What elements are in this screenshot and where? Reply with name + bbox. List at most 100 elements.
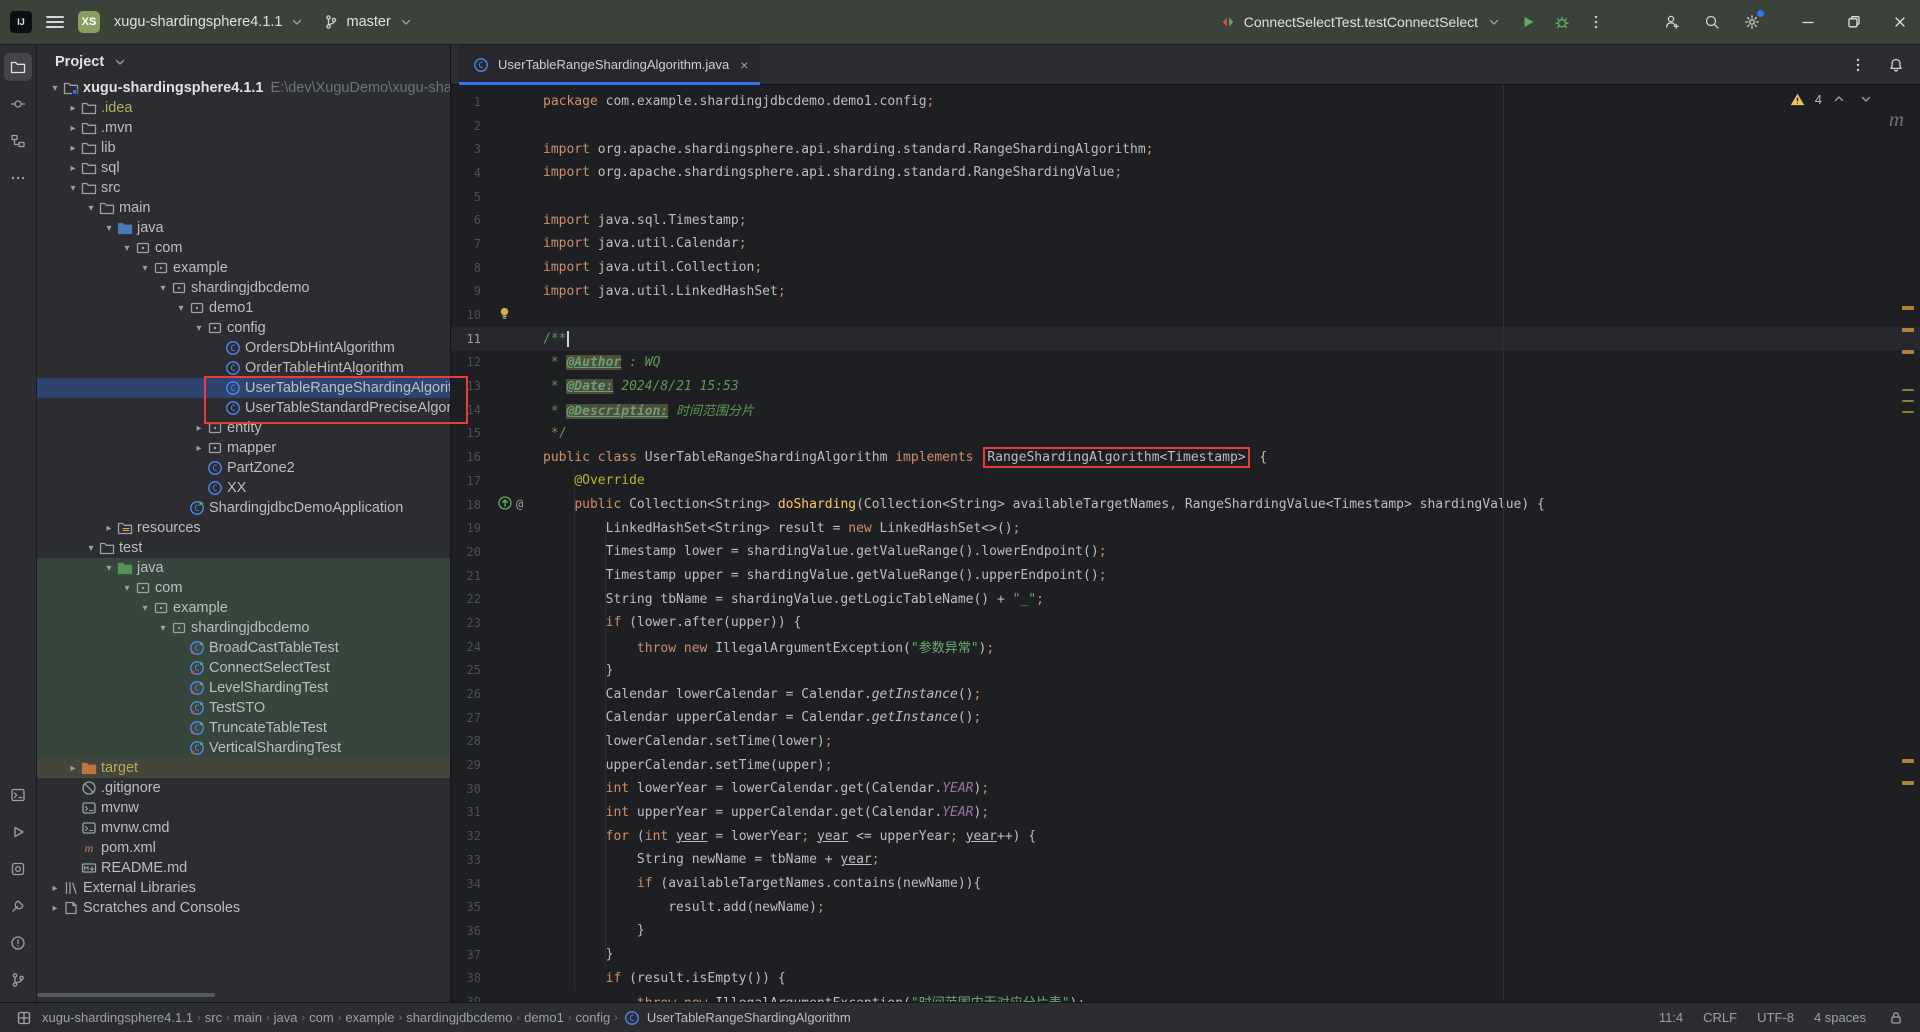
tree-expand-icon[interactable]: ▸ (65, 103, 81, 114)
tree-item--idea[interactable]: ▸.idea (37, 98, 450, 118)
code-line-36[interactable]: 36 } (451, 919, 1920, 943)
code-line-37[interactable]: 37 } (451, 943, 1920, 967)
code-line-11[interactable]: 11/** (451, 327, 1920, 351)
tree-expand-icon[interactable]: ▾ (101, 563, 117, 574)
build-tool-icon[interactable] (4, 892, 32, 920)
tree-expand-icon[interactable]: ▸ (47, 903, 63, 914)
code-line-3[interactable]: 3import org.apache.shardingsphere.api.sh… (451, 137, 1920, 161)
more-actions-icon[interactable] (1586, 12, 1606, 32)
code-line-39[interactable]: 39 throw new IllegalArgumentException("时… (451, 990, 1920, 1002)
tree-expand-icon[interactable]: ▾ (101, 223, 117, 234)
code-editor[interactable]: 1package com.example.shardingjdbcdemo.de… (451, 85, 1920, 1002)
code-line-16[interactable]: 16public class UserTableRangeShardingAlg… (451, 445, 1920, 469)
editor-tab[interactable]: C UserTableRangeShardingAlgorithm.java × (459, 45, 760, 85)
tree-item-readme-md[interactable]: README.md (37, 858, 450, 878)
code-line-7[interactable]: 7import java.util.Calendar; (451, 232, 1920, 256)
tree-item-demo1[interactable]: ▾demo1 (37, 298, 450, 318)
indent-widget[interactable]: 4 spaces (1814, 1010, 1866, 1025)
tree-item-entity[interactable]: ▸entity (37, 418, 450, 438)
settings-gear-icon[interactable] (1742, 12, 1762, 32)
services-tool-icon[interactable] (4, 855, 32, 883)
code-line-4[interactable]: 4import org.apache.shardingsphere.api.sh… (451, 161, 1920, 185)
run-tool-icon[interactable] (4, 818, 32, 846)
code-line-14[interactable]: 14 * @Description: 时间范围分片 (451, 398, 1920, 422)
at-gutter-icon[interactable]: @ (516, 497, 523, 512)
tree-item-resources[interactable]: ▸resources (37, 518, 450, 538)
code-line-29[interactable]: 29 upperCalendar.setTime(upper); (451, 753, 1920, 777)
code-line-8[interactable]: 8import java.util.Collection; (451, 256, 1920, 280)
inspections-widget[interactable]: 4 (1788, 89, 1876, 109)
code-line-19[interactable]: 19 LinkedHashSet<String> result = new Li… (451, 516, 1920, 540)
code-line-5[interactable]: 5 (451, 185, 1920, 209)
code-line-28[interactable]: 28 lowerCalendar.setTime(lower); (451, 730, 1920, 754)
tree-expand-icon[interactable]: ▸ (101, 523, 117, 534)
tree-expand-icon[interactable]: ▾ (47, 83, 63, 94)
code-line-21[interactable]: 21 Timestamp upper = shardingValue.getVa… (451, 564, 1920, 588)
tree-item-ordertablehintalgorithm[interactable]: COrderTableHintAlgorithm (37, 358, 450, 378)
tree-item-broadcasttabletest[interactable]: CBroadCastTableTest (37, 638, 450, 658)
tree-item-main[interactable]: ▾main (37, 198, 450, 218)
tree-item-scratches-and-consoles[interactable]: ▸Scratches and Consoles (37, 898, 450, 918)
tree-expand-icon[interactable]: ▾ (191, 323, 207, 334)
tree-item-connectselecttest[interactable]: CConnectSelectTest (37, 658, 450, 678)
breadcrumb-item[interactable]: src (205, 1010, 222, 1025)
window-close-button[interactable] (1890, 12, 1910, 32)
error-stripe-mark[interactable] (1902, 781, 1914, 785)
tree-expand-icon[interactable]: ▾ (119, 243, 135, 254)
tree-item-usertablerangeshardingalgorithm[interactable]: CUserTableRangeShardingAlgorithm (37, 378, 450, 398)
tree-expand-icon[interactable]: ▸ (65, 163, 81, 174)
tree-item-xx[interactable]: CXX (37, 478, 450, 498)
encoding-widget[interactable]: UTF-8 (1757, 1010, 1794, 1025)
tree-item-ordersdbhintalgorithm[interactable]: COrdersDbHintAlgorithm (37, 338, 450, 358)
code-with-me-icon[interactable] (1662, 12, 1682, 32)
tree-expand-icon[interactable]: ▸ (65, 123, 81, 134)
code-line-24[interactable]: 24 throw new IllegalArgumentException("参… (451, 635, 1920, 659)
tree-item-usertablestandardprecisealgorithm[interactable]: CUserTableStandardPreciseAlgorithm (37, 398, 450, 418)
tree-item-xugu-shardingsphere4-1-1[interactable]: ▾xugu-shardingsphere4.1.1E:\dev\XuguDemo… (37, 78, 450, 98)
breadcrumb-item[interactable]: shardingjdbcdemo (406, 1010, 512, 1025)
terminal-tool-icon[interactable] (4, 781, 32, 809)
code-line-10[interactable]: 10 (451, 303, 1920, 327)
code-line-25[interactable]: 25 } (451, 659, 1920, 683)
bulb-gutter-icon[interactable] (497, 306, 512, 325)
tree-item-target[interactable]: ▸target (37, 758, 450, 778)
error-stripe-mark[interactable] (1902, 328, 1914, 332)
code-line-32[interactable]: 32 for (int year = lowerYear; year <= up… (451, 824, 1920, 848)
breadcrumb-item[interactable]: com (309, 1010, 334, 1025)
error-stripe-mark[interactable] (1902, 306, 1914, 310)
code-line-31[interactable]: 31 int upperYear = upperCalendar.get(Cal… (451, 801, 1920, 825)
window-minimize-button[interactable] (1798, 12, 1818, 32)
tree-item-shardingjdbcdemoapplication[interactable]: CShardingjdbcDemoApplication (37, 498, 450, 518)
breadcrumb-item[interactable]: xugu-shardingsphere4.1.1 (42, 1010, 193, 1025)
tree-item-com[interactable]: ▾com (37, 578, 450, 598)
tree-expand-icon[interactable]: ▾ (83, 543, 99, 554)
tree-expand-icon[interactable]: ▾ (137, 603, 153, 614)
tree-item-example[interactable]: ▾example (37, 598, 450, 618)
breadcrumb-item[interactable]: main (234, 1010, 262, 1025)
error-stripe-mark[interactable] (1902, 400, 1914, 402)
code-line-2[interactable]: 2 (451, 114, 1920, 138)
line-ending-widget[interactable]: CRLF (1703, 1010, 1737, 1025)
tree-item-java[interactable]: ▾java (37, 218, 450, 238)
error-stripe-mark[interactable] (1902, 411, 1914, 413)
horizontal-scrollbar[interactable] (37, 993, 215, 997)
tree-expand-icon[interactable]: ▾ (137, 263, 153, 274)
breadcrumb-item[interactable]: java (274, 1010, 298, 1025)
tree-item-shardingjdbcdemo[interactable]: ▾shardingjdbcdemo (37, 618, 450, 638)
breadcrumb-item[interactable]: example (345, 1010, 394, 1025)
tree-expand-icon[interactable]: ▸ (65, 763, 81, 774)
code-line-33[interactable]: 33 String newName = tbName + year; (451, 848, 1920, 872)
error-stripe-mark[interactable] (1902, 350, 1914, 354)
tree-expand-icon[interactable]: ▾ (173, 303, 189, 314)
run-button[interactable] (1518, 12, 1538, 32)
tree-expand-icon[interactable]: ▸ (191, 423, 207, 434)
tree-item-pom-xml[interactable]: mpom.xml (37, 838, 450, 858)
tree-item-lib[interactable]: ▸lib (37, 138, 450, 158)
tree-item-verticalshardingtest[interactable]: CVerticalShardingTest (37, 738, 450, 758)
project-widget[interactable]: xugu-shardingsphere4.1.1 (114, 12, 307, 32)
tree-item-teststo[interactable]: CTestSTO (37, 698, 450, 718)
project-avatar[interactable]: XS (78, 11, 100, 33)
structure-tool-icon[interactable] (4, 127, 32, 155)
tree-item-config[interactable]: ▾config (37, 318, 450, 338)
tree-expand-icon[interactable]: ▸ (47, 883, 63, 894)
